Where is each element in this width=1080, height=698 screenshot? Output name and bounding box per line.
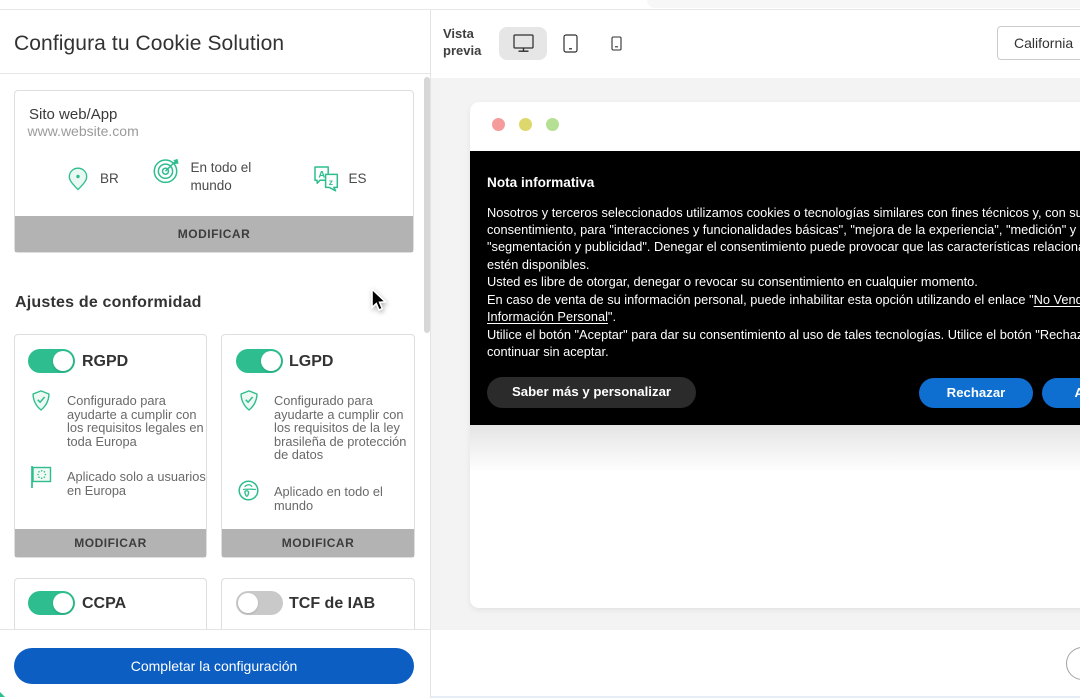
svg-text:z: z <box>329 177 333 187</box>
svg-text:A: A <box>318 170 325 181</box>
